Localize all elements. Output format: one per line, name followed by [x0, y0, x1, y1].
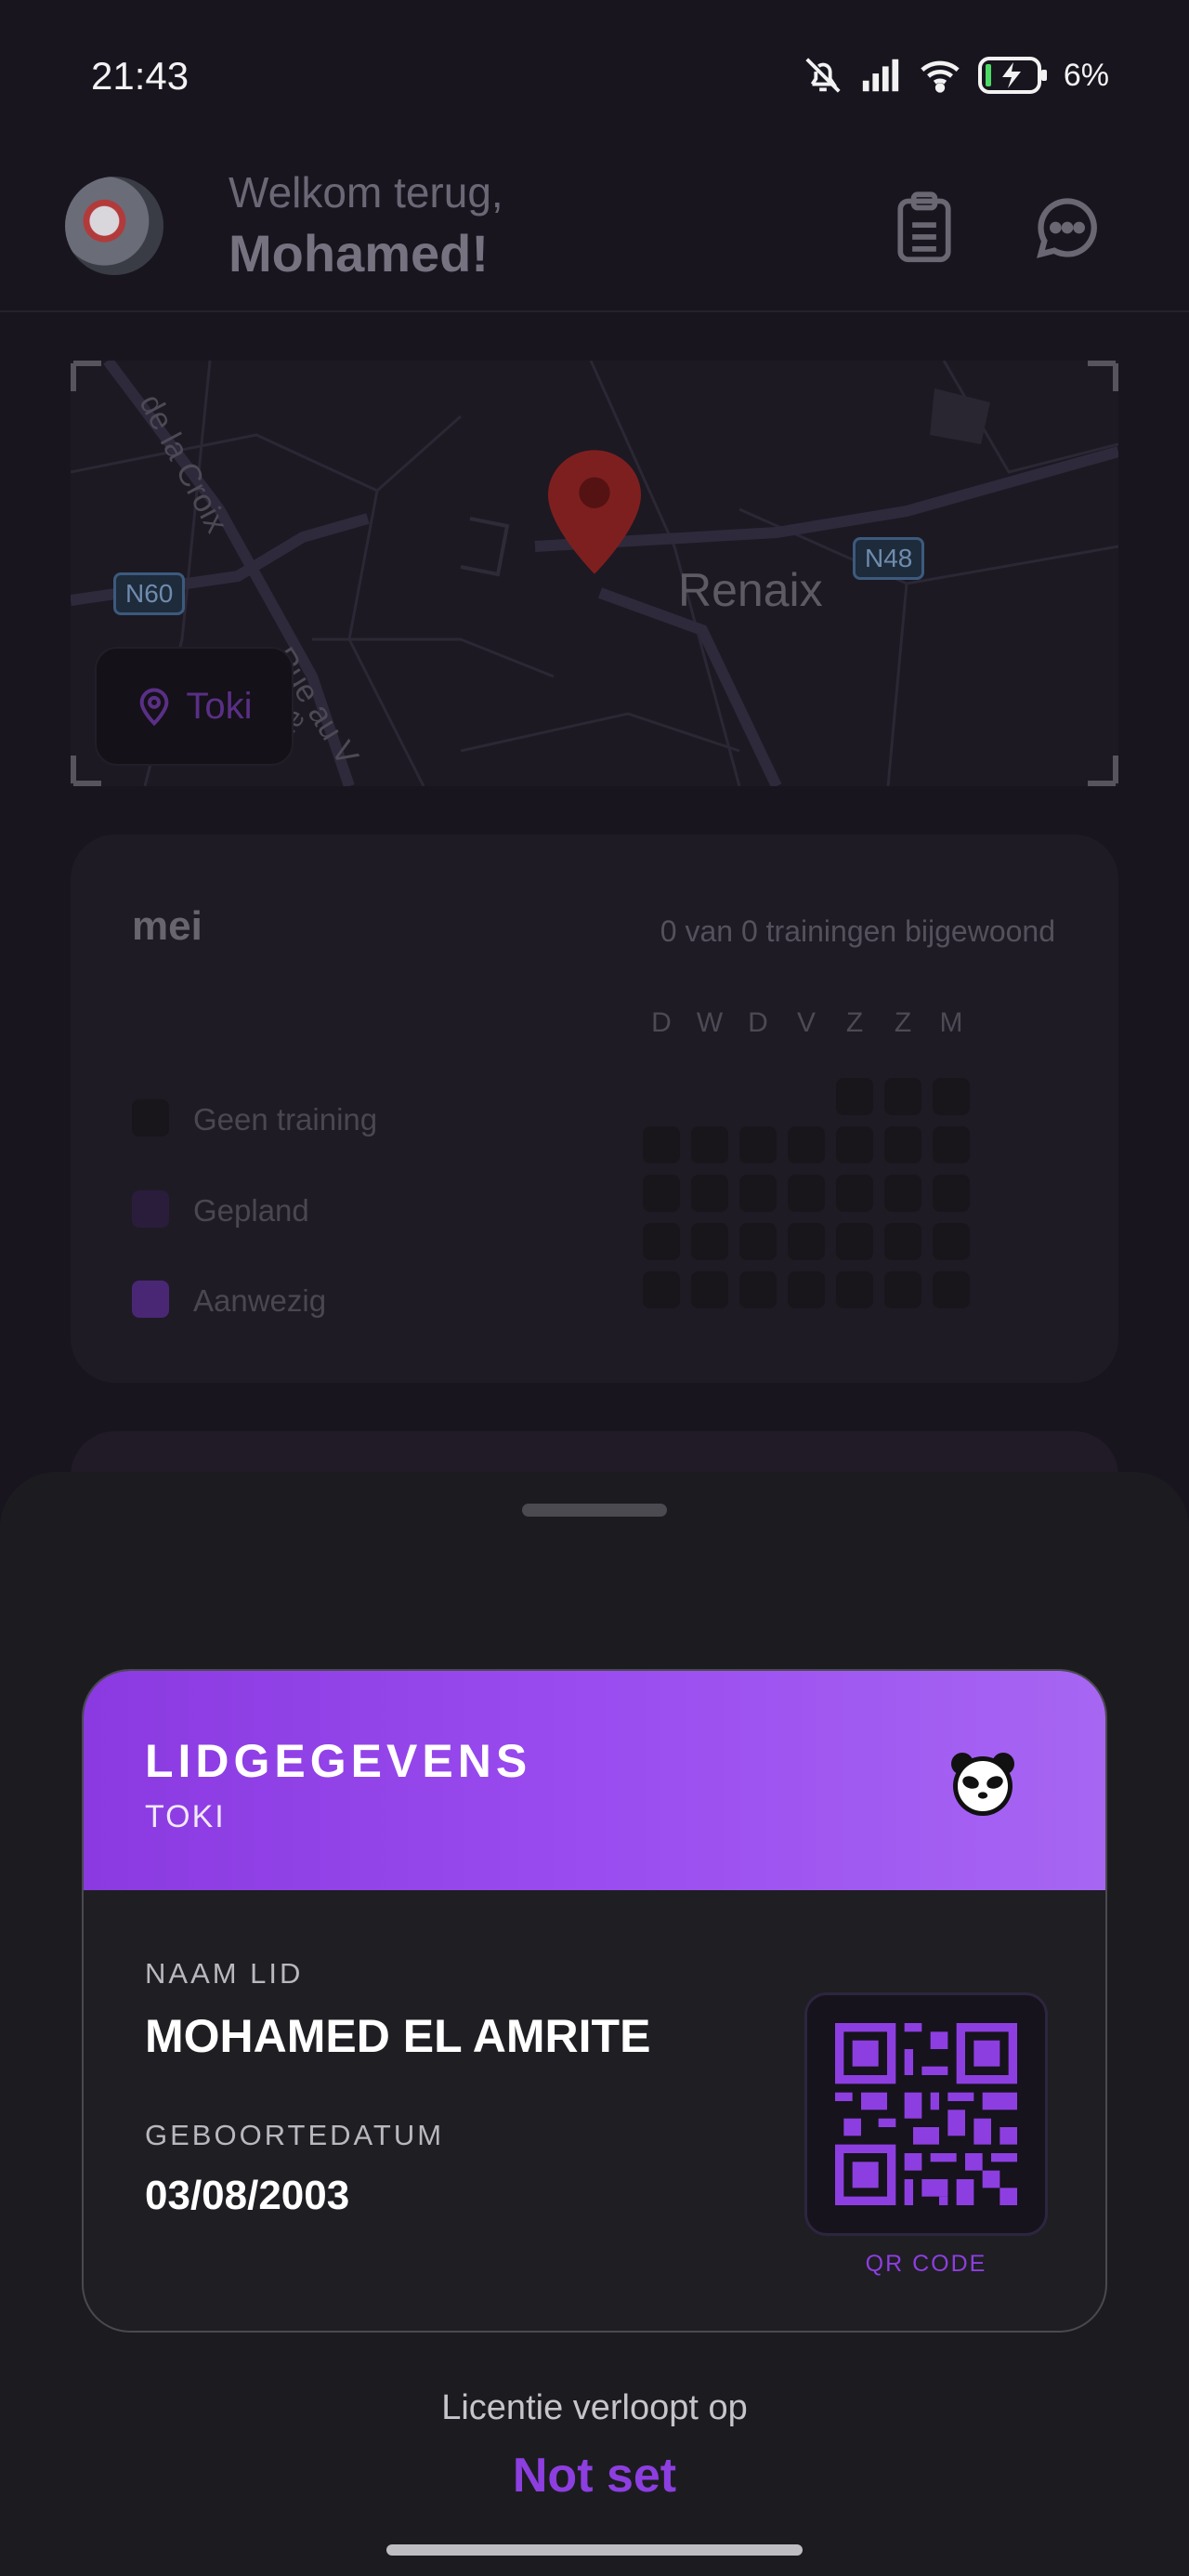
- calendar-day-cell: [788, 1223, 825, 1260]
- calendar-day-cell: [933, 1223, 970, 1260]
- wifi-icon: [921, 60, 960, 93]
- status-time: 21:43: [91, 54, 189, 98]
- legend-label-present: Aanwezig: [193, 1283, 327, 1318]
- signal-icon: [862, 59, 899, 92]
- legend-swatch-planned: [132, 1190, 169, 1228]
- map-pin-icon[interactable]: [548, 450, 641, 574]
- month-title: mei: [132, 903, 203, 949]
- name-label: NAAM LID: [145, 1957, 304, 1990]
- city-label: Renaix: [678, 564, 823, 616]
- calendar-day-cell: [739, 1175, 777, 1212]
- calendar-day-cell: [884, 1223, 921, 1260]
- calendar-day-cell: [836, 1175, 873, 1212]
- qr-code-label: QR CODE: [865, 2251, 987, 2277]
- calendar-day-cell: [788, 1126, 825, 1163]
- battery-percentage: 6%: [1063, 57, 1109, 93]
- legend-label-none: Geen training: [193, 1102, 378, 1137]
- road-sign-n60: N60: [113, 572, 186, 615]
- attendance-summary: 0 van 0 trainingen bijgewoond: [660, 914, 1055, 948]
- header-divider: [0, 310, 1189, 312]
- weekday-header: Z: [894, 1007, 912, 1038]
- qr-code[interactable]: [804, 1992, 1048, 2236]
- calendar-grid: [643, 1078, 970, 1312]
- calendar-day-cell: [933, 1271, 970, 1308]
- weekday-header: V: [796, 1007, 816, 1038]
- weekday-header: W: [696, 1007, 724, 1038]
- location-badge-label: Toki: [186, 685, 253, 727]
- weekday-header: Z: [845, 1007, 864, 1038]
- member-card: LIDGEGEVENS TOKI NAAM LID MOHAMED EL AMR…: [82, 1669, 1107, 2333]
- location-pin-icon: [140, 688, 169, 727]
- home-indicator[interactable]: [386, 2544, 803, 2556]
- sheet-drag-handle[interactable]: [522, 1504, 667, 1517]
- calendar-day-cell: [836, 1223, 873, 1260]
- calendar-day-cell: [739, 1271, 777, 1308]
- calendar-day-cell: [884, 1078, 921, 1115]
- calendar-day-cell: [643, 1126, 680, 1163]
- calendar-day-cell: [643, 1223, 680, 1260]
- calendar-day-cell: [884, 1126, 921, 1163]
- calendar-day-cell: [691, 1126, 728, 1163]
- member-name: MOHAMED EL AMRITE: [145, 2010, 651, 2062]
- calendar-day-cell: [691, 1271, 728, 1308]
- qr-code-icon: [835, 2023, 1017, 2205]
- avatar[interactable]: [65, 177, 163, 275]
- legend-swatch-present: [132, 1281, 169, 1318]
- calendar-day-cell: [884, 1271, 921, 1308]
- legend-label-planned: Gepland: [193, 1193, 309, 1228]
- calendar-day-cell: [691, 1175, 728, 1212]
- calendar-day-cell: [788, 1271, 825, 1308]
- license-value: Not set: [512, 2449, 677, 2503]
- dob-label: GEBOORTEDATUM: [145, 2119, 445, 2151]
- clipboard-icon: [897, 191, 951, 263]
- calendar-day-cell: [836, 1126, 873, 1163]
- calendar-day-cell: [643, 1271, 680, 1308]
- calendar-day-cell: [884, 1175, 921, 1212]
- dob-value: 03/08/2003: [145, 2173, 350, 2218]
- calendar-day-cell: [691, 1223, 728, 1260]
- calendar-day-cell: [836, 1271, 873, 1308]
- clipboard-button[interactable]: [882, 186, 966, 269]
- calendar-day-cell: [933, 1175, 970, 1212]
- member-card-title: LIDGEGEVENS: [145, 1735, 532, 1787]
- calendar-day-cell: [933, 1078, 970, 1115]
- weekday-header: D: [651, 1007, 672, 1038]
- calendar-day-cell: [933, 1126, 970, 1163]
- bell-off-icon: [805, 58, 841, 93]
- status-icons: 6%: [802, 54, 1109, 97]
- calendar-day-cell: [739, 1126, 777, 1163]
- chat-icon: [1037, 198, 1097, 258]
- calendar-day-cell: [643, 1175, 680, 1212]
- chat-button[interactable]: [1026, 186, 1109, 269]
- calendar-day-cell: [836, 1078, 873, 1115]
- weekday-header: M: [939, 1007, 963, 1038]
- license-label: Licentie verloopt op: [441, 2388, 748, 2427]
- user-name: Mohamed!: [229, 224, 489, 283]
- road-sign-n48: N48: [853, 537, 925, 580]
- calendar-day-cell: [739, 1223, 777, 1260]
- location-badge[interactable]: Toki: [95, 647, 294, 766]
- calendar-day-cell: [788, 1175, 825, 1212]
- battery-charging-icon: [977, 57, 1047, 94]
- member-card-club: TOKI: [145, 1799, 226, 1834]
- welcome-text: Welkom terug,: [229, 168, 503, 217]
- legend-swatch-none: [132, 1099, 169, 1137]
- weekday-header: D: [748, 1007, 768, 1038]
- panda-logo-icon: [951, 1753, 1014, 1816]
